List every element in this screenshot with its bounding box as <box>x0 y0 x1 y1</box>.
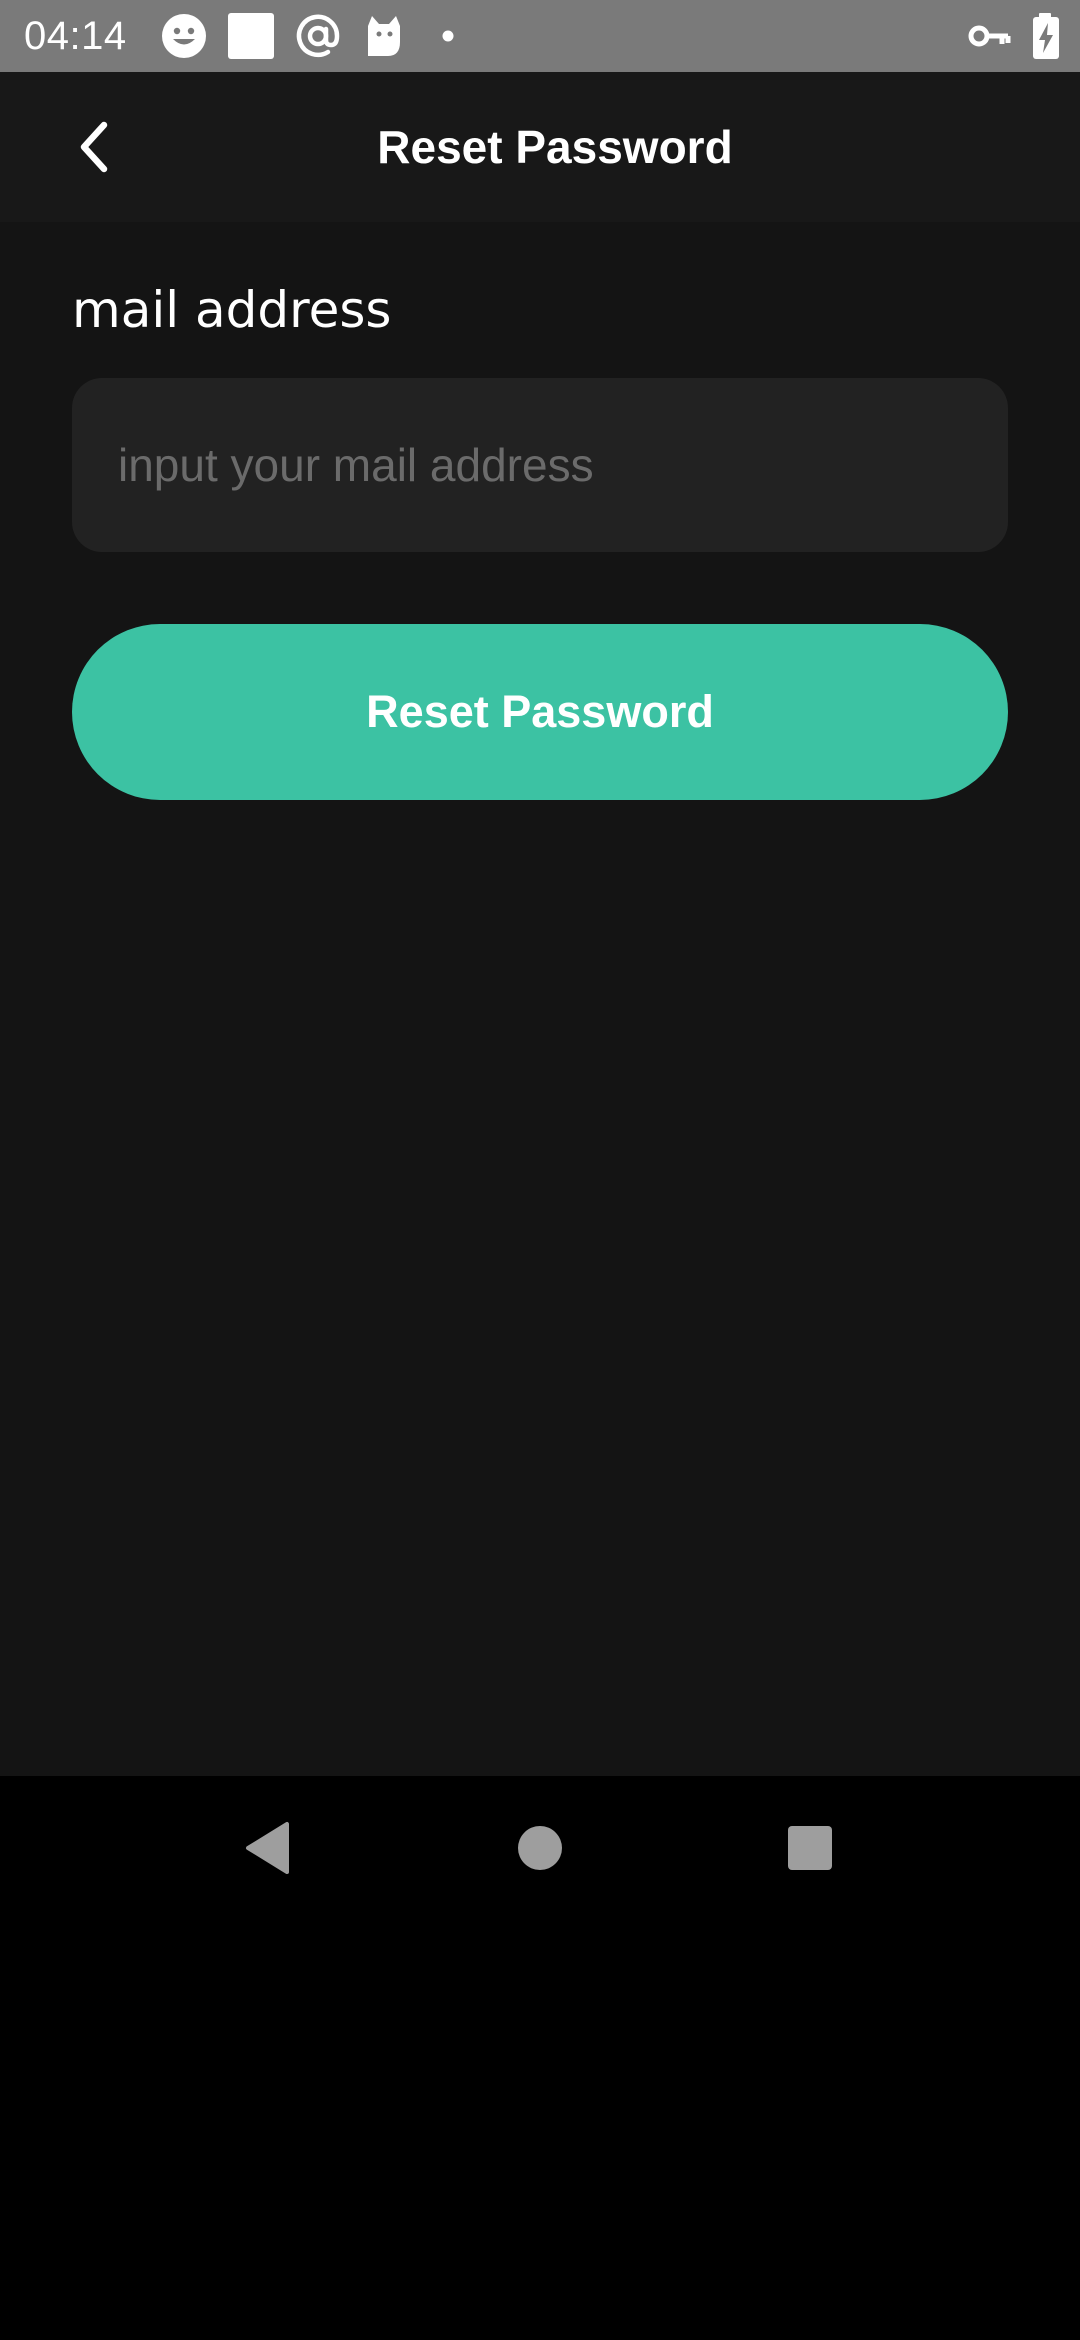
email-input[interactable] <box>72 378 1008 552</box>
app-bar: Reset Password <box>0 72 1080 222</box>
smiley-icon <box>160 12 208 60</box>
screen: 04:14 Reset Password mail address input … <box>0 0 1080 2340</box>
nav-back-triangle-icon <box>246 1822 289 1874</box>
battery-charging-icon <box>1022 12 1070 60</box>
status-bar: 04:14 <box>0 0 1080 72</box>
app-screen: Reset Password mail address Reset Passwo… <box>0 72 1080 1776</box>
back-button[interactable] <box>56 109 132 185</box>
nav-back-button[interactable] <box>220 1800 316 1896</box>
chevron-left-icon <box>80 121 108 173</box>
nav-home-button[interactable] <box>492 1800 588 1896</box>
white-square-icon <box>228 12 276 60</box>
nav-home-circle-icon <box>518 1826 562 1870</box>
email-label: mail address <box>72 281 392 339</box>
cat-icon <box>360 12 408 60</box>
dot-icon <box>430 12 478 60</box>
bottom-blank-area <box>0 1920 1080 2340</box>
page-title: Reset Password <box>377 121 733 173</box>
status-time: 04:14 <box>24 14 127 58</box>
nav-recents-square-icon <box>788 1826 832 1870</box>
nav-recents-button[interactable] <box>762 1800 858 1896</box>
navigation-bar <box>0 1776 1080 1920</box>
email-field-container <box>72 378 1008 552</box>
reset-password-button[interactable]: Reset Password <box>72 624 1008 800</box>
at-sign-icon <box>294 12 342 60</box>
vpn-key-icon <box>966 12 1014 60</box>
